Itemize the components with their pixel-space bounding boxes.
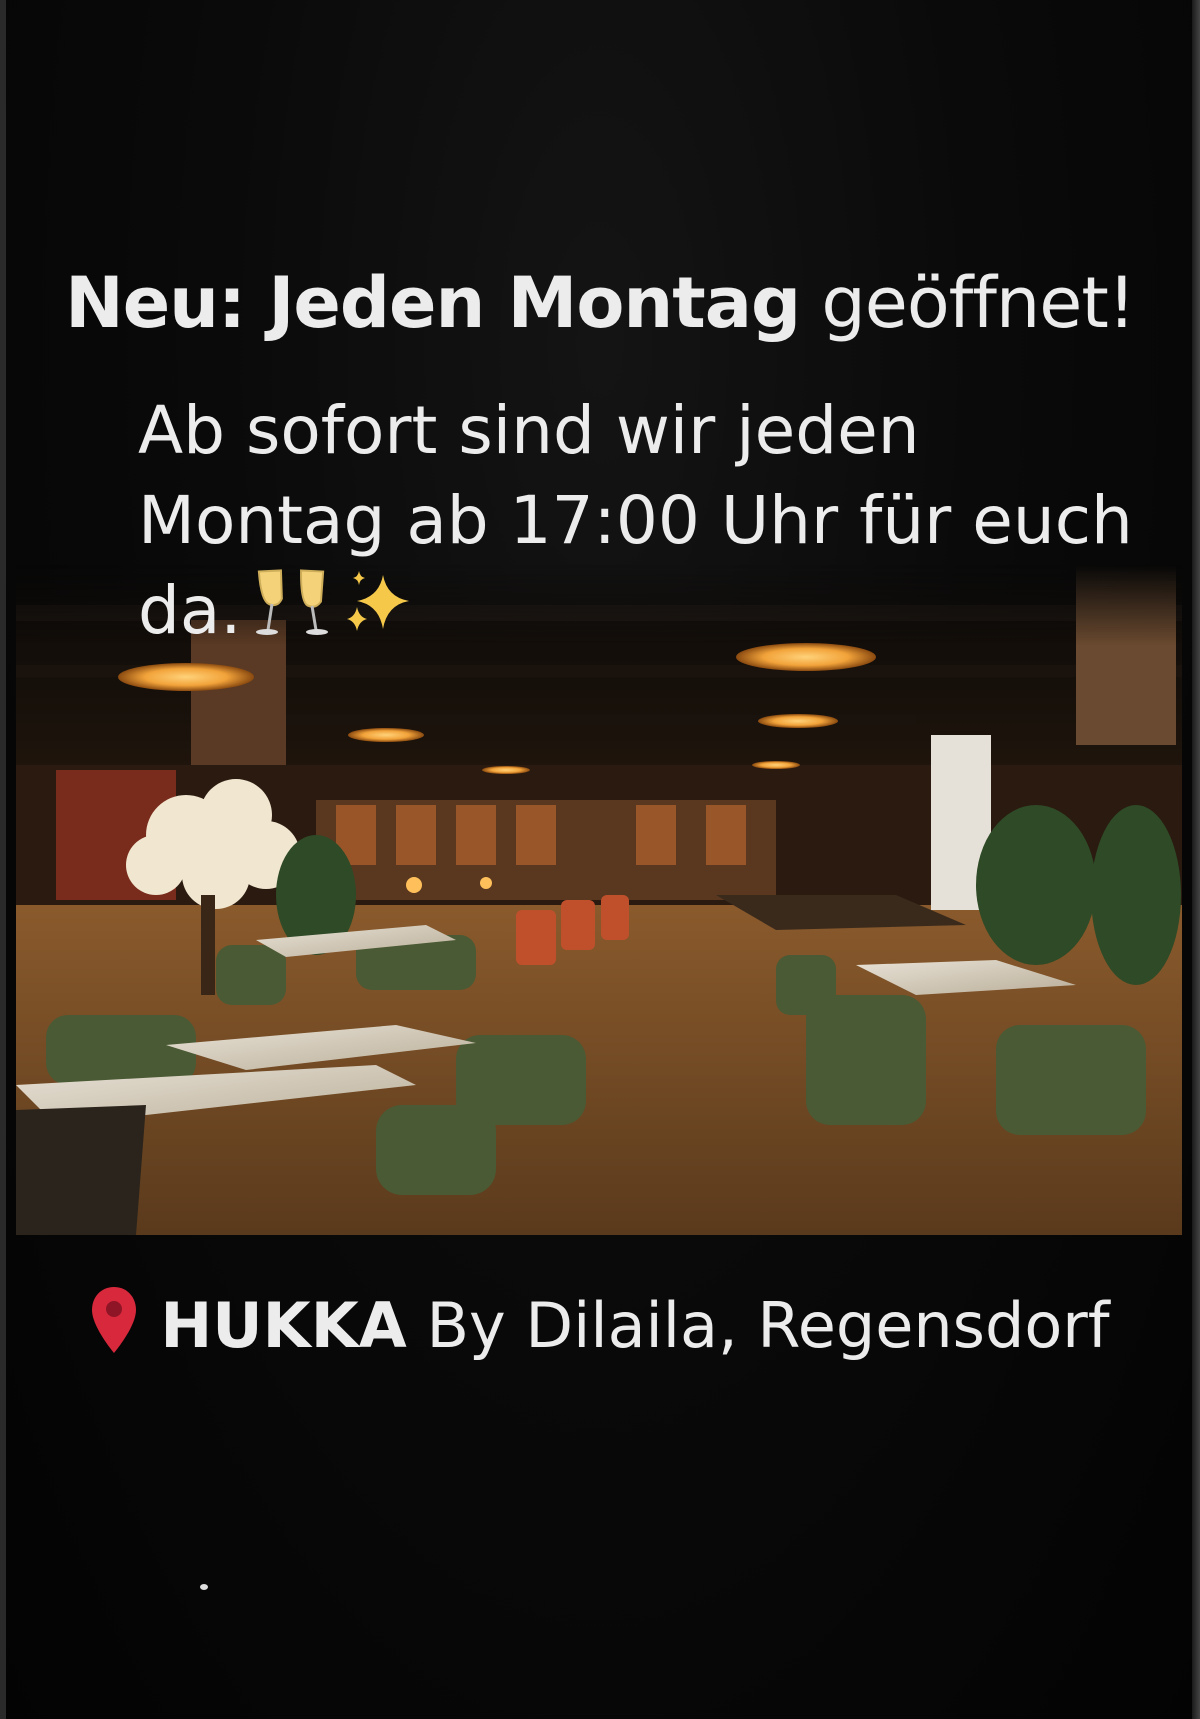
dust-speck [200, 1584, 208, 1590]
story-page: Neu: Jeden Montag geöffnet! Ab sofort si… [0, 0, 1200, 1719]
location-pin-icon [90, 1285, 138, 1374]
headline: Neu: Jeden Montag geöffnet! [0, 258, 1200, 348]
restaurant-photo [16, 565, 1182, 1235]
announcement-text: Ab sofort sind wir jeden Montag ab 17:00… [138, 386, 1138, 663]
headline-regular: geöffnet! [800, 262, 1136, 344]
venue-place: By Dilaila, Regensdorf [406, 1289, 1110, 1362]
sparkles-icon [343, 567, 415, 662]
location-line: HUKKA By Dilaila, Regensdorf [0, 1285, 1200, 1374]
venue-name: HUKKA [160, 1289, 407, 1362]
headline-bold: Neu: Jeden Montag [65, 262, 801, 344]
champagne-glasses-icon [253, 566, 331, 663]
